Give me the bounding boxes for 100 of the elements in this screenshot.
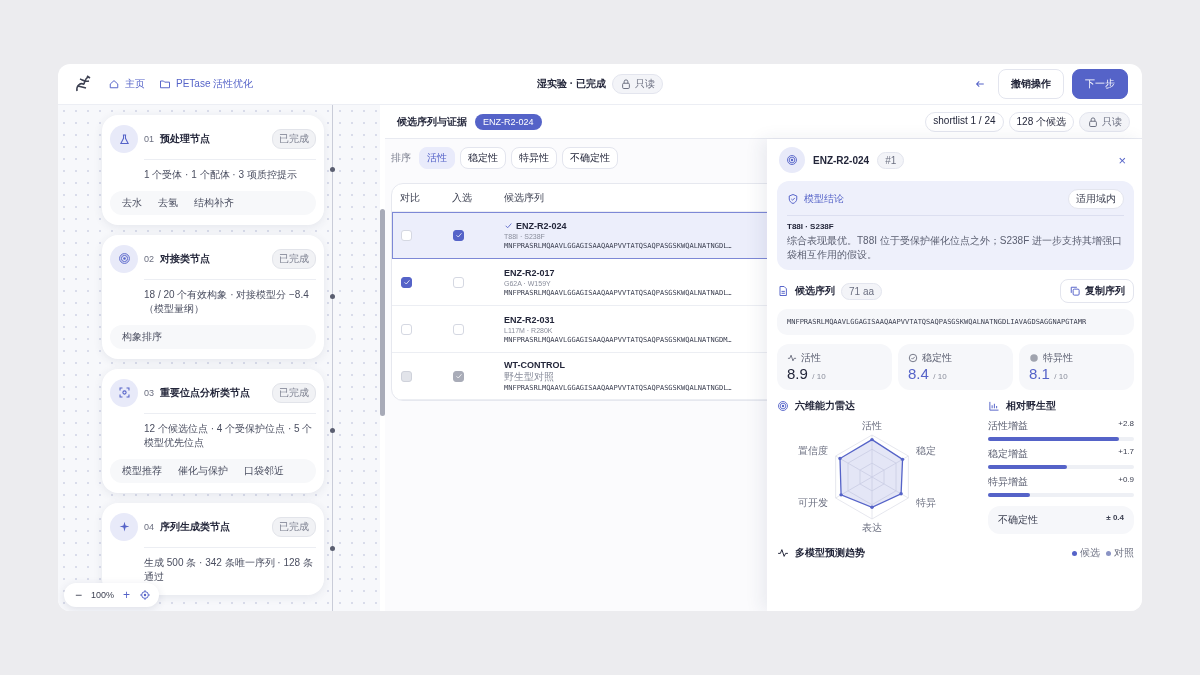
metric-scale: / 10 [933,372,947,381]
selected-badge: ENZ-R2-024 [475,113,542,130]
target-icon [117,252,131,265]
lock-icon [1087,115,1099,128]
mutation-text: T88I · S238F [787,222,835,231]
section-title: 六维能力雷达 [795,399,855,413]
gain-label: 活性增益 [988,419,1029,433]
metric-label: 活性 [801,351,821,365]
node-index: 01 [144,134,154,144]
node-title: 预处理节点 [160,132,211,146]
sort-option[interactable]: 活性 [419,147,455,169]
next-button[interactable]: 下一步 [1072,69,1128,99]
scan-icon [117,386,131,399]
close-button[interactable]: × [1114,152,1130,168]
document-icon [777,285,789,297]
target-icon [777,400,789,412]
panel-title: 候选序列与证据 [397,114,467,129]
check-icon [504,221,513,230]
sort-option[interactable]: 特异性 [511,147,557,169]
metric-label: 稳定性 [922,351,952,365]
axis-label: 表达 [862,522,882,534]
section-title: 候选序列 [795,284,835,298]
timeline-dot [330,546,335,551]
node-tag: 模型推荐 [116,462,168,479]
timeline-dot [330,167,335,173]
axis-label: 稳定 [916,445,937,457]
home-icon [108,78,120,90]
candidate-name: ENZ-R2-024 [516,220,567,231]
readonly-badge: 只读 [1079,111,1130,132]
zoom-out-button[interactable]: − [72,588,85,602]
node-index: 04 [144,521,154,532]
uncertainty-value: ± 0.4 [1106,513,1124,524]
pick-checkbox[interactable] [453,229,464,241]
node-tag: 口袋邻近 [238,462,290,479]
check-circle-icon [908,353,918,363]
legend-label: 候选 [1080,546,1100,560]
gain-label: 稳定增益 [988,447,1029,461]
gain-value: +1.7 [1118,447,1134,458]
mutation-text: 野生型对照 [504,372,554,382]
node-summary: 18 / 20 个有效构象 · 对接模型分 −8.4（模型量纲） [144,278,316,317]
node-title: 重要位点分析类节点 [160,385,251,400]
node-tag: 去氢 [152,194,184,211]
status-badge: 已完成 [272,129,316,149]
candidate-name: ENZ-R2-031 [504,314,555,325]
uncertainty-label: 不确定性 [998,513,1039,527]
shield-icon [787,193,799,205]
check-icon [402,278,411,286]
node-summary: 12 个候选位点 · 4 个受保护位点 · 5 个模型优先位点 [144,412,316,451]
conclusion-title: 模型结论 [804,192,844,206]
compare-checkbox[interactable] [401,276,412,288]
breadcrumb-link[interactable]: PETase 活性优化 [159,77,254,91]
node-card[interactable]: 03 重要位点分析类节点 已完成 12 个候选位点 · 4 个受保护位点 · 5 个模型优先位点 模型推荐 催化与保护 口袋邻近 [102,368,324,493]
breadcrumb-link[interactable]: 主页 [108,77,145,91]
candidate-title: ENZ-R2-024 [813,154,870,166]
gain-value: +2.8 [1118,419,1134,430]
status-badge: 已完成 [272,516,316,537]
target-icon [786,154,798,166]
count-chip: 128 个候选 [1008,111,1074,132]
axis-label: 可开发 [797,496,828,508]
sort-label: 排序 [391,151,411,165]
node-index: 03 [144,387,154,398]
metric-label: 特异性 [1043,351,1073,365]
undo-button[interactable]: 撤销操作 [998,69,1064,99]
sort-option[interactable]: 不确定性 [562,147,618,169]
axis-label: 活性 [862,419,882,431]
flask-icon [117,132,131,146]
metric-value: 8.1 [1029,365,1050,382]
domain-badge: 适用域内 [1068,189,1124,209]
status-badge: 已完成 [272,382,316,403]
scrollbar[interactable] [380,209,385,416]
candidate-name: ENZ-R2-017 [504,267,555,278]
gain-value: +0.9 [1118,475,1134,486]
copy-icon [1069,285,1081,297]
node-card[interactable]: 01 预处理节点 已完成 1 个受体 · 1 个配体 · 3 项质控提示 去水 去氢 结构补齐 [102,115,324,225]
copy-button[interactable]: 复制序列 [1060,279,1134,303]
node-summary: 1 个受体 · 1 个配体 · 3 项质控提示 [144,159,316,183]
node-index: 02 [144,253,154,264]
node-tag: 去水 [116,194,148,211]
section-title: 相对野生型 [1006,399,1057,413]
metric-value: 8.9 [787,365,808,382]
column-header: 对比 [400,190,420,205]
pulse-icon [777,547,789,559]
rank-badge: #1 [877,151,905,169]
length-badge: 71 aa [841,282,883,300]
check-icon [454,231,463,239]
legend-label: 对照 [1114,546,1134,560]
count-chip: shortlist 1 / 24 [925,111,1004,132]
axis-label: 置信度 [797,445,828,457]
candidate-name: WT-CONTROL [504,360,565,370]
sort-option[interactable]: 稳定性 [460,147,506,169]
locate-icon [139,589,152,601]
node-tag: 结构补齐 [188,194,240,211]
node-summary: 生成 500 条 · 342 条唯一序列 · 128 条通过 [144,546,316,585]
node-card[interactable]: 02 对接类节点 已完成 18 / 20 个有效构象 · 对接模型分 −8.4（模型量纲） 构象排序 [102,234,324,359]
timeline-dot [330,294,335,299]
sparkle-icon [117,520,131,533]
node-title: 序列生成类节点 [160,519,231,534]
pulse-icon [787,353,797,363]
node-tag: 构象排序 [116,328,168,345]
folder-icon [159,78,171,90]
